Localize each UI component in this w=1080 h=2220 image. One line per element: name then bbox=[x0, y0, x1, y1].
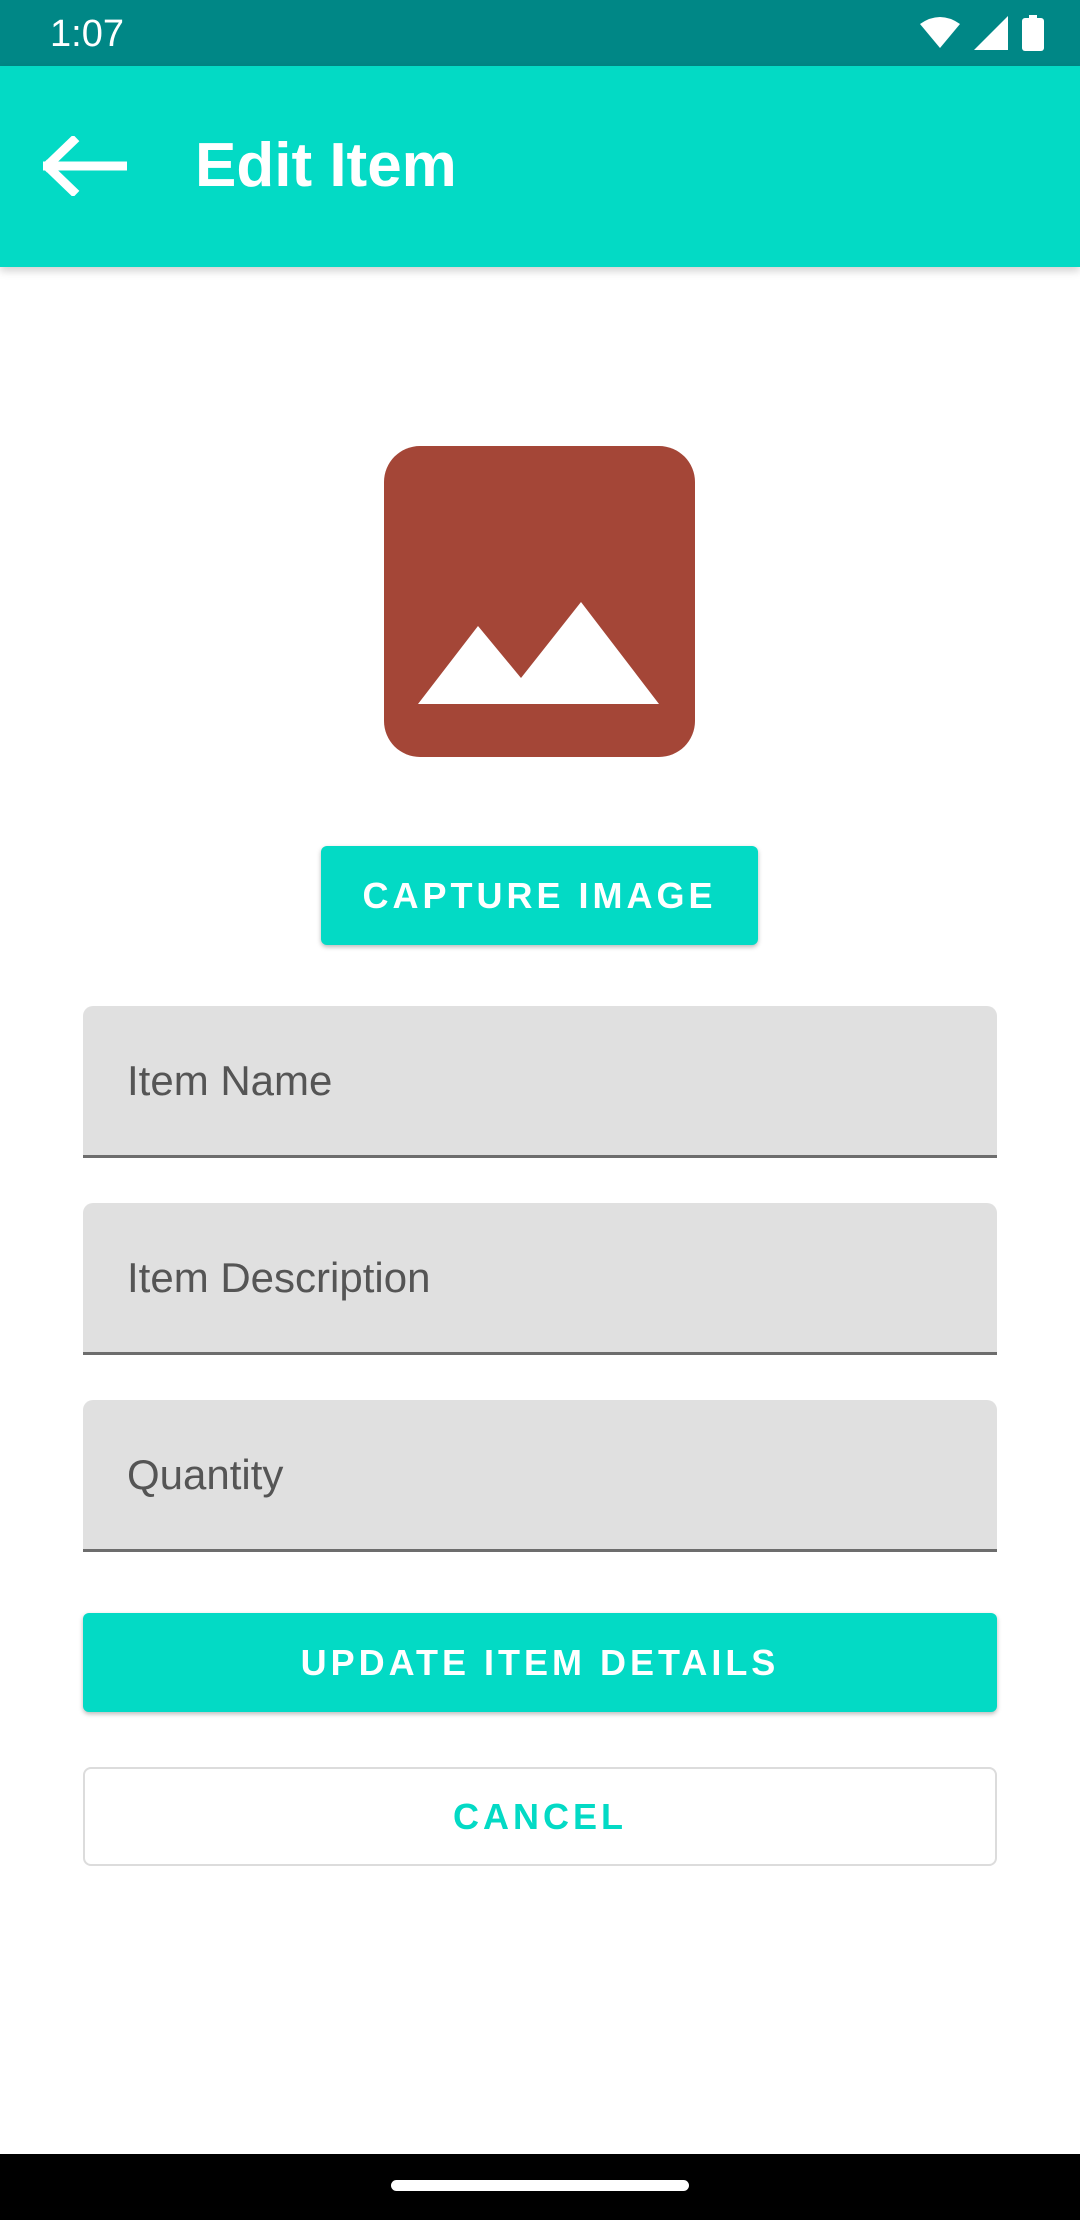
image-icon bbox=[418, 602, 659, 704]
item-name-field[interactable]: Item Name bbox=[83, 1006, 997, 1158]
status-time: 1:07 bbox=[50, 13, 124, 55]
update-item-details-button[interactable]: UPDATE ITEM DETAILS bbox=[83, 1613, 997, 1712]
arrow-left-icon bbox=[43, 136, 127, 196]
status-icons bbox=[920, 14, 1044, 52]
item-image bbox=[384, 446, 695, 757]
wifi-icon bbox=[920, 17, 960, 48]
capture-image-button[interactable]: CAPTURE IMAGE bbox=[321, 846, 758, 945]
battery-icon bbox=[1022, 15, 1044, 51]
item-description-field[interactable]: Item Description bbox=[83, 1203, 997, 1355]
quantity-field[interactable]: Quantity bbox=[83, 1400, 997, 1552]
signal-icon bbox=[974, 16, 1008, 50]
cancel-button[interactable]: CANCEL bbox=[83, 1767, 997, 1866]
edit-item-screen: 1:07 Edit Item CAPTURE IMAGE Item Name I… bbox=[0, 0, 1080, 2220]
quantity-placeholder: Quantity bbox=[127, 1451, 284, 1498]
item-name-placeholder: Item Name bbox=[127, 1057, 333, 1104]
home-handle[interactable] bbox=[391, 2180, 689, 2191]
app-bar: Edit Item bbox=[0, 66, 1080, 267]
status-bar: 1:07 bbox=[0, 0, 1080, 66]
back-button[interactable] bbox=[30, 106, 140, 226]
page-title: Edit Item bbox=[195, 131, 457, 200]
navigation-bar bbox=[0, 2154, 1080, 2220]
item-description-placeholder: Item Description bbox=[127, 1254, 431, 1301]
